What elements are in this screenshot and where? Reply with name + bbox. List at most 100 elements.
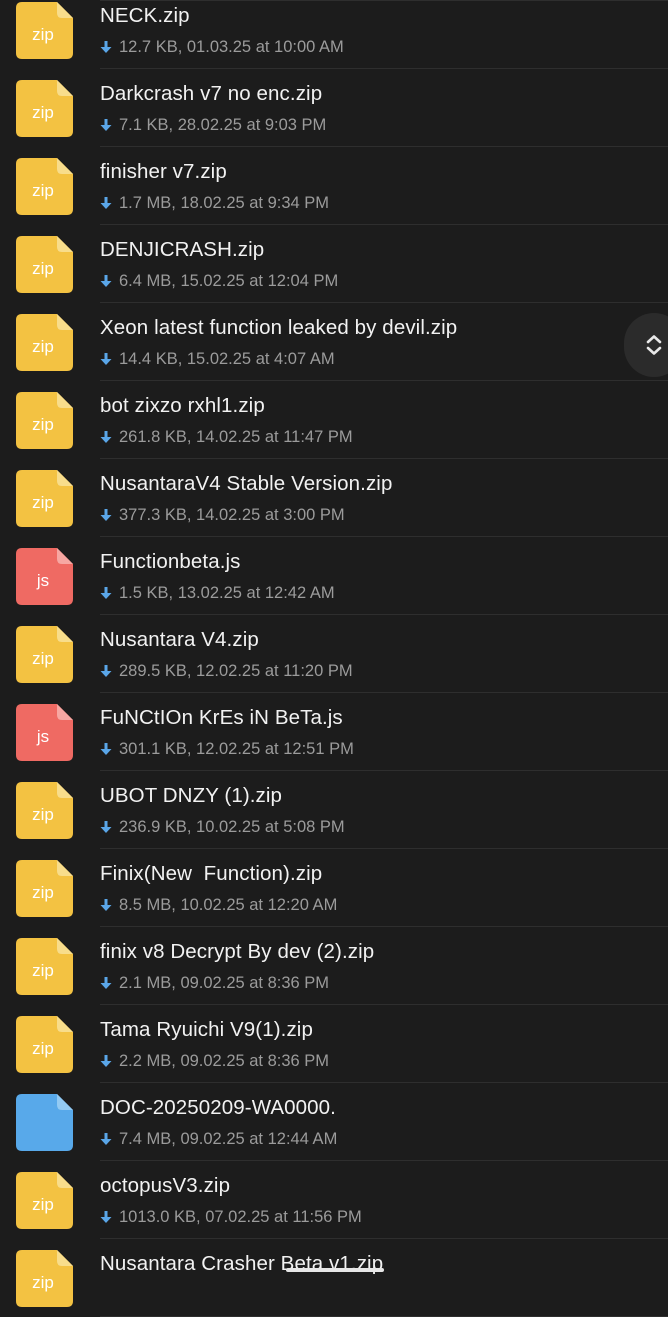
file-row[interactable]: zip Darkcrash v7 no enc.zip 7.1 KB, 28.02.…	[0, 69, 668, 147]
icon-label: js	[36, 571, 49, 590]
file-name: Functionbeta.js	[100, 550, 241, 573]
file-size-date: 1.7 MB, 18.02.25 at 9:34 PM	[119, 193, 330, 212]
file-meta-line: 8.5 MB, 10.02.25 at 12:20 AM	[100, 895, 337, 915]
zip-file-icon: zip	[16, 1016, 73, 1073]
file-meta-line: 261.8 KB, 14.02.25 at 11:47 PM	[100, 427, 353, 447]
file-row[interactable]: zip NusantaraV4 Stable Version.zip 377.3 K…	[0, 459, 668, 537]
file-row[interactable]: zip finix v8 Decrypt By dev (2).zip 2.1 MB…	[0, 927, 668, 1005]
file-row[interactable]: zip octopusV3.zip 1013.0 KB, 07.02.25 at 1…	[0, 1161, 668, 1239]
icon-label: zip	[32, 1195, 54, 1214]
file-name: octopusV3.zip	[100, 1174, 231, 1197]
file-name: Nusantara V4.zip	[100, 628, 259, 651]
file-row[interactable]: zip Xeon latest function leaked by devil.…	[0, 303, 668, 381]
file-name: Tama Ryuichi V9(1).zip	[100, 1018, 313, 1041]
file-meta-line: 7.1 KB, 28.02.25 at 9:03 PM	[100, 115, 326, 135]
file-name: Darkcrash v7 no enc.zip	[100, 82, 323, 105]
file-meta-line: 301.1 KB, 12.02.25 at 12:51 PM	[100, 739, 354, 759]
file-row[interactable]: zip finisher v7.zip 1.7 MB, 18.02.25 at 9:…	[0, 147, 668, 225]
file-size-date: 301.1 KB, 12.02.25 at 12:51 PM	[119, 739, 354, 758]
file-row[interactable]: zip NECK.zip 12.7 KB, 01.03.25 at 10:00 AM	[0, 0, 668, 69]
file-meta-line: 7.4 MB, 09.02.25 at 12:44 AM	[100, 1129, 337, 1149]
file-row[interactable]: zip Nusantara V4.zip 289.5 KB, 12.02.25 at…	[0, 615, 668, 693]
icon-label: zip	[32, 103, 54, 122]
file-meta-line: 1.5 KB, 13.02.25 at 12:42 AM	[100, 583, 335, 603]
icon-label: zip	[32, 1273, 54, 1292]
file-row[interactable]: zip Finix(New Function).zip 8.5 MB, 10.02.…	[0, 849, 668, 927]
js-file-icon: js	[16, 548, 73, 605]
file-size-date: 2.2 MB, 09.02.25 at 8:36 PM	[119, 1051, 330, 1070]
file-meta-line: 14.4 KB, 15.02.25 at 4:07 AM	[100, 349, 335, 369]
zip-file-icon: zip	[16, 626, 73, 683]
file-row[interactable]: zip bot zixzo rxhl1.zip 261.8 KB, 14.02.25…	[0, 381, 668, 459]
download-arrow-icon	[100, 977, 112, 989]
zip-file-icon: zip	[16, 314, 73, 371]
file-row[interactable]: zip Nusantara Crasher Beta v1.zip	[0, 1239, 668, 1317]
file-name: bot zixzo rxhl1.zip	[100, 394, 265, 417]
download-arrow-icon	[100, 431, 112, 443]
icon-label: zip	[32, 25, 54, 44]
icon-label: zip	[32, 961, 54, 980]
zip-file-icon: zip	[16, 236, 73, 293]
file-meta-line: 1.7 MB, 18.02.25 at 9:34 PM	[100, 193, 329, 213]
zip-file-icon: zip	[16, 938, 73, 995]
file-size-date: 2.1 MB, 09.02.25 at 8:36 PM	[119, 973, 330, 992]
download-arrow-icon	[100, 275, 112, 287]
file-size-date: 236.9 KB, 10.02.25 at 5:08 PM	[119, 817, 345, 836]
download-arrow-icon	[100, 743, 112, 755]
file-row[interactable]: DOC-20250209-WA0000. 7.4 MB, 09.02.25 at …	[0, 1083, 668, 1161]
file-meta-line: 236.9 KB, 10.02.25 at 5:08 PM	[100, 817, 345, 837]
file-name: NECK.zip	[100, 4, 190, 27]
file-size-date: 6.4 MB, 15.02.25 at 12:04 PM	[119, 271, 339, 290]
file-size-date: 12.7 KB, 01.03.25 at 10:00 AM	[119, 37, 344, 56]
gesture-navigation-bar[interactable]	[286, 1268, 384, 1272]
zip-file-icon: zip	[16, 2, 73, 59]
doc-file-icon	[16, 1094, 73, 1151]
file-meta-line: 2.1 MB, 09.02.25 at 8:36 PM	[100, 973, 329, 993]
file-size-date: 289.5 KB, 12.02.25 at 11:20 PM	[119, 661, 353, 680]
zip-file-icon: zip	[16, 80, 73, 137]
file-meta-line: 377.3 KB, 14.02.25 at 3:00 PM	[100, 505, 345, 525]
file-size-date: 1013.0 KB, 07.02.25 at 11:56 PM	[119, 1207, 362, 1226]
zip-file-icon: zip	[16, 1172, 73, 1229]
icon-label: zip	[32, 493, 54, 512]
icon-label: zip	[32, 415, 54, 434]
zip-file-icon: zip	[16, 782, 73, 839]
download-arrow-icon	[100, 899, 112, 911]
file-row[interactable]: zip Tama Ryuichi V9(1).zip 2.2 MB, 09.02.2…	[0, 1005, 668, 1083]
icon-label: zip	[32, 259, 54, 278]
file-name: Finix(New Function).zip	[100, 862, 323, 885]
icon-label: js	[36, 727, 49, 746]
file-size-date: 7.4 MB, 09.02.25 at 12:44 AM	[119, 1129, 338, 1148]
file-name: Xeon latest function leaked by devil.zip	[100, 316, 458, 339]
file-meta-line: 2.2 MB, 09.02.25 at 8:36 PM	[100, 1051, 329, 1071]
download-arrow-icon	[100, 353, 112, 365]
icon-label: zip	[32, 649, 54, 668]
file-row[interactable]: js Functionbeta.js 1.5 KB, 13.02.25 at 12:…	[0, 537, 668, 615]
file-size-date: 8.5 MB, 10.02.25 at 12:20 AM	[119, 895, 338, 914]
file-size-date: 377.3 KB, 14.02.25 at 3:00 PM	[119, 505, 345, 524]
download-arrow-icon	[100, 665, 112, 677]
download-arrow-icon	[100, 197, 112, 209]
file-name: DENJICRASH.zip	[100, 238, 265, 261]
download-arrow-icon	[100, 821, 112, 833]
file-name: Nusantara Crasher Beta v1.zip	[100, 1252, 384, 1275]
file-name: DOC-20250209-WA0000.	[100, 1096, 336, 1119]
file-row[interactable]: zip DENJICRASH.zip 6.4 MB, 15.02.25 at 12:…	[0, 225, 668, 303]
file-row[interactable]: js FuNCtIOn KrEs iN BeTa.js 301.1 KB, 12.0…	[0, 693, 668, 771]
zip-file-icon: zip	[16, 470, 73, 527]
download-arrow-icon	[100, 1211, 112, 1223]
up-down-chevron-icon	[646, 335, 662, 355]
file-size-date: 7.1 KB, 28.02.25 at 9:03 PM	[119, 115, 327, 134]
download-arrow-icon	[100, 41, 112, 53]
file-meta-line: 12.7 KB, 01.03.25 at 10:00 AM	[100, 37, 344, 57]
icon-label: zip	[32, 883, 54, 902]
zip-file-icon: zip	[16, 1250, 73, 1307]
download-arrow-icon	[100, 1055, 112, 1067]
icon-label: zip	[32, 1039, 54, 1058]
zip-file-icon: zip	[16, 860, 73, 917]
file-row[interactable]: zip UBOT DNZY (1).zip 236.9 KB, 10.02.25 a…	[0, 771, 668, 849]
icon-label: zip	[32, 805, 54, 824]
file-size-date: 1.5 KB, 13.02.25 at 12:42 AM	[119, 583, 335, 602]
file-name: UBOT DNZY (1).zip	[100, 784, 283, 807]
file-name: finisher v7.zip	[100, 160, 227, 183]
